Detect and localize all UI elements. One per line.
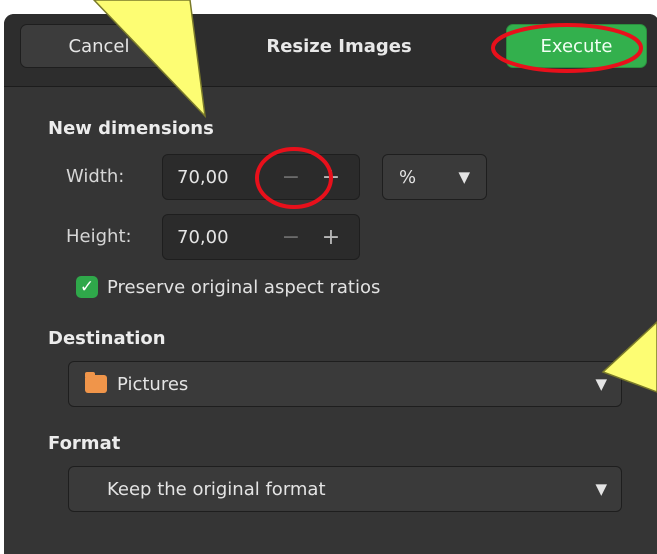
cancel-button[interactable]: Cancel xyxy=(20,24,178,68)
chevron-down-icon: ▼ xyxy=(595,375,607,393)
execute-button[interactable]: Execute xyxy=(506,24,647,68)
chevron-down-icon: ▼ xyxy=(458,168,470,186)
preserve-aspect-row[interactable]: ✓ Preserve original aspect ratios xyxy=(76,276,380,298)
width-increase-button[interactable]: + xyxy=(311,155,351,199)
width-decrease-button[interactable]: − xyxy=(271,155,311,199)
destination-heading: Destination xyxy=(48,328,166,349)
width-input[interactable]: 70,00 xyxy=(163,167,271,188)
new-dimensions-heading: New dimensions xyxy=(48,118,214,139)
preserve-aspect-checkbox[interactable]: ✓ xyxy=(76,276,98,298)
height-label: Height: xyxy=(66,226,132,247)
unit-value: % xyxy=(399,166,417,188)
format-heading: Format xyxy=(48,433,121,454)
height-decrease-button[interactable]: − xyxy=(271,215,311,259)
height-spinbutton: 70,00 − + xyxy=(162,214,360,260)
unit-dropdown[interactable]: % ▼ xyxy=(382,154,487,200)
width-spinbutton: 70,00 − + xyxy=(162,154,360,200)
dialog-title: Resize Images xyxy=(266,36,412,57)
preserve-aspect-label: Preserve original aspect ratios xyxy=(107,276,381,298)
format-dropdown[interactable]: Keep the original format ▼ xyxy=(68,466,622,512)
dialog-header: Cancel Resize Images Execute xyxy=(4,14,657,87)
width-label: Width: xyxy=(66,166,125,187)
format-value: Keep the original format xyxy=(107,478,326,500)
chevron-down-icon: ▼ xyxy=(595,480,607,498)
height-increase-button[interactable]: + xyxy=(311,215,351,259)
destination-value: Pictures xyxy=(117,373,189,395)
folder-icon xyxy=(85,372,107,393)
resize-images-dialog: Cancel Resize Images Execute New dimensi… xyxy=(4,14,657,554)
destination-dropdown[interactable]: Pictures ▼ xyxy=(68,361,622,407)
height-input[interactable]: 70,00 xyxy=(163,227,271,248)
